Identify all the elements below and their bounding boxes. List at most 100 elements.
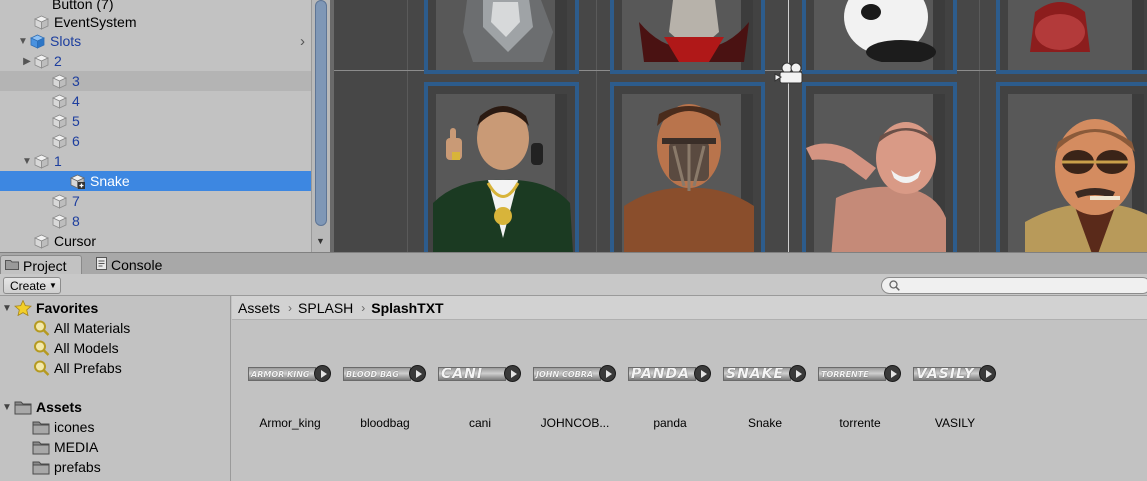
gameobject-cube-icon <box>52 94 67 109</box>
breadcrumb-item[interactable]: SPLASH <box>298 300 353 316</box>
gameobject-cube-icon <box>52 194 67 209</box>
cani-portrait <box>433 106 573 252</box>
hierarchy-item-3[interactable]: 3 <box>0 71 311 91</box>
hierarchy-item-eventsystem[interactable]: EventSystem <box>0 12 311 32</box>
asset-tile[interactable]: VASILY VASILY <box>897 361 996 441</box>
hierarchy-scrollbar[interactable]: ▼ <box>311 0 330 252</box>
expand-arrow-down-icon[interactable]: ▼ <box>0 303 14 314</box>
gameobject-cube-icon <box>34 15 49 30</box>
hierarchy-item-2[interactable]: ▶ 2 <box>0 51 311 71</box>
asset-thumbnail: VASILY <box>913 364 996 382</box>
hierarchy-item-slots[interactable]: ▼ Slots › <box>0 31 311 51</box>
folder-icon <box>32 419 50 435</box>
expand-arrow-down-icon[interactable]: ▼ <box>0 402 14 413</box>
asset-thumb-text: TORRENTE <box>821 370 869 379</box>
tree-favorite-all-models[interactable]: All Models <box>32 338 119 358</box>
hierarchy-item-6[interactable]: 6 <box>0 131 311 151</box>
gameobject-cube-icon <box>34 154 49 169</box>
hierarchy-item-8[interactable]: 8 <box>0 211 311 231</box>
folder-icon <box>32 439 50 455</box>
character-slot[interactable] <box>802 82 957 252</box>
tab-project-label: Project <box>23 257 67 274</box>
play-icon[interactable] <box>979 365 996 382</box>
asset-thumb-text: SNAKE <box>726 367 785 381</box>
character-slot[interactable] <box>996 0 1147 74</box>
expand-arrow-right-icon[interactable]: ▶ <box>20 56 34 67</box>
hierarchy-item-4[interactable]: 4 <box>0 91 311 111</box>
hierarchy-item-1[interactable]: ▼ 1 <box>0 151 311 171</box>
folder-icon <box>32 459 50 475</box>
asset-tile[interactable]: ARMOR KING Armor_king <box>232 361 331 441</box>
tree-favorites[interactable]: ▼ Favorites <box>0 298 98 318</box>
create-dropdown-button[interactable]: Create ▼ <box>3 277 61 294</box>
asset-tile[interactable]: SNAKE Snake <box>707 361 806 441</box>
hierarchy-item-label: Slots <box>50 33 82 49</box>
hierarchy-item-label: 6 <box>72 133 80 149</box>
breadcrumb-item[interactable]: Assets <box>238 300 280 316</box>
favorites-label: Favorites <box>36 300 99 316</box>
hierarchy-item-5[interactable]: 5 <box>0 111 311 131</box>
tab-console[interactable]: Console <box>92 255 182 275</box>
asset-thumbnail: PANDA <box>628 364 711 382</box>
hierarchy-item-label: 3 <box>72 73 80 89</box>
asset-tile[interactable]: PANDA panda <box>612 361 711 441</box>
breadcrumb-separator-icon: › <box>288 300 293 315</box>
prefab-cube-icon <box>30 34 45 49</box>
tree-favorite-all-materials[interactable]: All Materials <box>32 318 130 338</box>
camera-icon[interactable] <box>774 62 808 86</box>
chevron-right-icon[interactable]: › <box>300 33 305 50</box>
tree-favorite-all-prefabs[interactable]: All Prefabs <box>32 358 122 378</box>
asset-thumb-text: JOHN COBRA <box>536 370 594 379</box>
breadcrumb-separator-icon: › <box>361 300 366 315</box>
favorite-label: All Models <box>54 340 119 356</box>
asset-thumb-text: PANDA <box>631 367 690 381</box>
gameobject-add-icon <box>70 174 85 189</box>
character-slot[interactable] <box>424 0 579 74</box>
console-icon <box>96 257 107 273</box>
scene-view[interactable] <box>330 0 1147 252</box>
tree-folder-prefabs[interactable]: prefabs <box>32 457 101 477</box>
search-filter-icon <box>32 320 50 336</box>
create-button-label: Create <box>10 278 47 293</box>
hierarchy-item-7[interactable]: 7 <box>0 191 311 211</box>
character-slot[interactable] <box>802 0 957 74</box>
torrente-top-portrait <box>1030 2 1090 52</box>
hierarchy-item-label: 5 <box>72 113 80 129</box>
character-slot[interactable] <box>610 82 765 252</box>
asset-tile[interactable]: CANI cani <box>422 361 521 441</box>
grid-line <box>407 0 408 252</box>
folder-label: icones <box>54 419 95 435</box>
tree-folder-media[interactable]: MEDIA <box>32 437 98 457</box>
folder-icon <box>5 259 19 273</box>
expand-arrow-down-icon[interactable]: ▼ <box>20 156 34 167</box>
character-slot[interactable] <box>996 82 1147 252</box>
search-icon <box>889 280 900 291</box>
project-folder-tree: ▼ Favorites All Materials All Models All… <box>0 296 231 481</box>
tree-assets[interactable]: ▼ Assets <box>0 397 82 417</box>
hierarchy-item-cursor[interactable]: Cursor <box>0 231 311 251</box>
breadcrumb: Assets › SPLASH › SplashTXT <box>232 296 1147 320</box>
asset-name: VASILY <box>934 416 976 430</box>
asset-thumbnail: BLOOD BAG <box>343 364 426 382</box>
asset-thumbnail: CANI <box>438 364 521 382</box>
hierarchy-item-snake[interactable]: Snake <box>0 171 311 191</box>
asset-tile[interactable]: BLOOD BAG bloodbag <box>327 361 426 441</box>
character-slot[interactable] <box>610 0 765 74</box>
gameobject-cube-icon <box>52 214 67 229</box>
bloodbag-portrait <box>639 0 749 62</box>
breadcrumb-item-current[interactable]: SplashTXT <box>371 300 443 316</box>
asset-tile[interactable]: TORRENTE torrente <box>802 361 901 441</box>
asset-thumb-text: VASILY <box>916 367 975 381</box>
expand-arrow-down-icon[interactable]: ▼ <box>16 36 30 47</box>
grid-line <box>979 0 980 252</box>
tab-project[interactable]: Project <box>0 255 82 275</box>
search-input[interactable] <box>881 277 1147 294</box>
hierarchy-item-label: EventSystem <box>54 14 137 30</box>
asset-tile[interactable]: JOHN COBRA JOHNCOB... <box>517 361 616 441</box>
scroll-down-arrow-icon[interactable]: ▼ <box>316 236 325 246</box>
tree-folder-icones[interactable]: icones <box>32 417 94 437</box>
asset-thumbnail: JOHN COBRA <box>533 364 616 382</box>
character-slot[interactable] <box>424 82 579 252</box>
scrollbar-thumb[interactable] <box>315 0 327 226</box>
dropdown-caret-icon: ▼ <box>49 281 57 290</box>
